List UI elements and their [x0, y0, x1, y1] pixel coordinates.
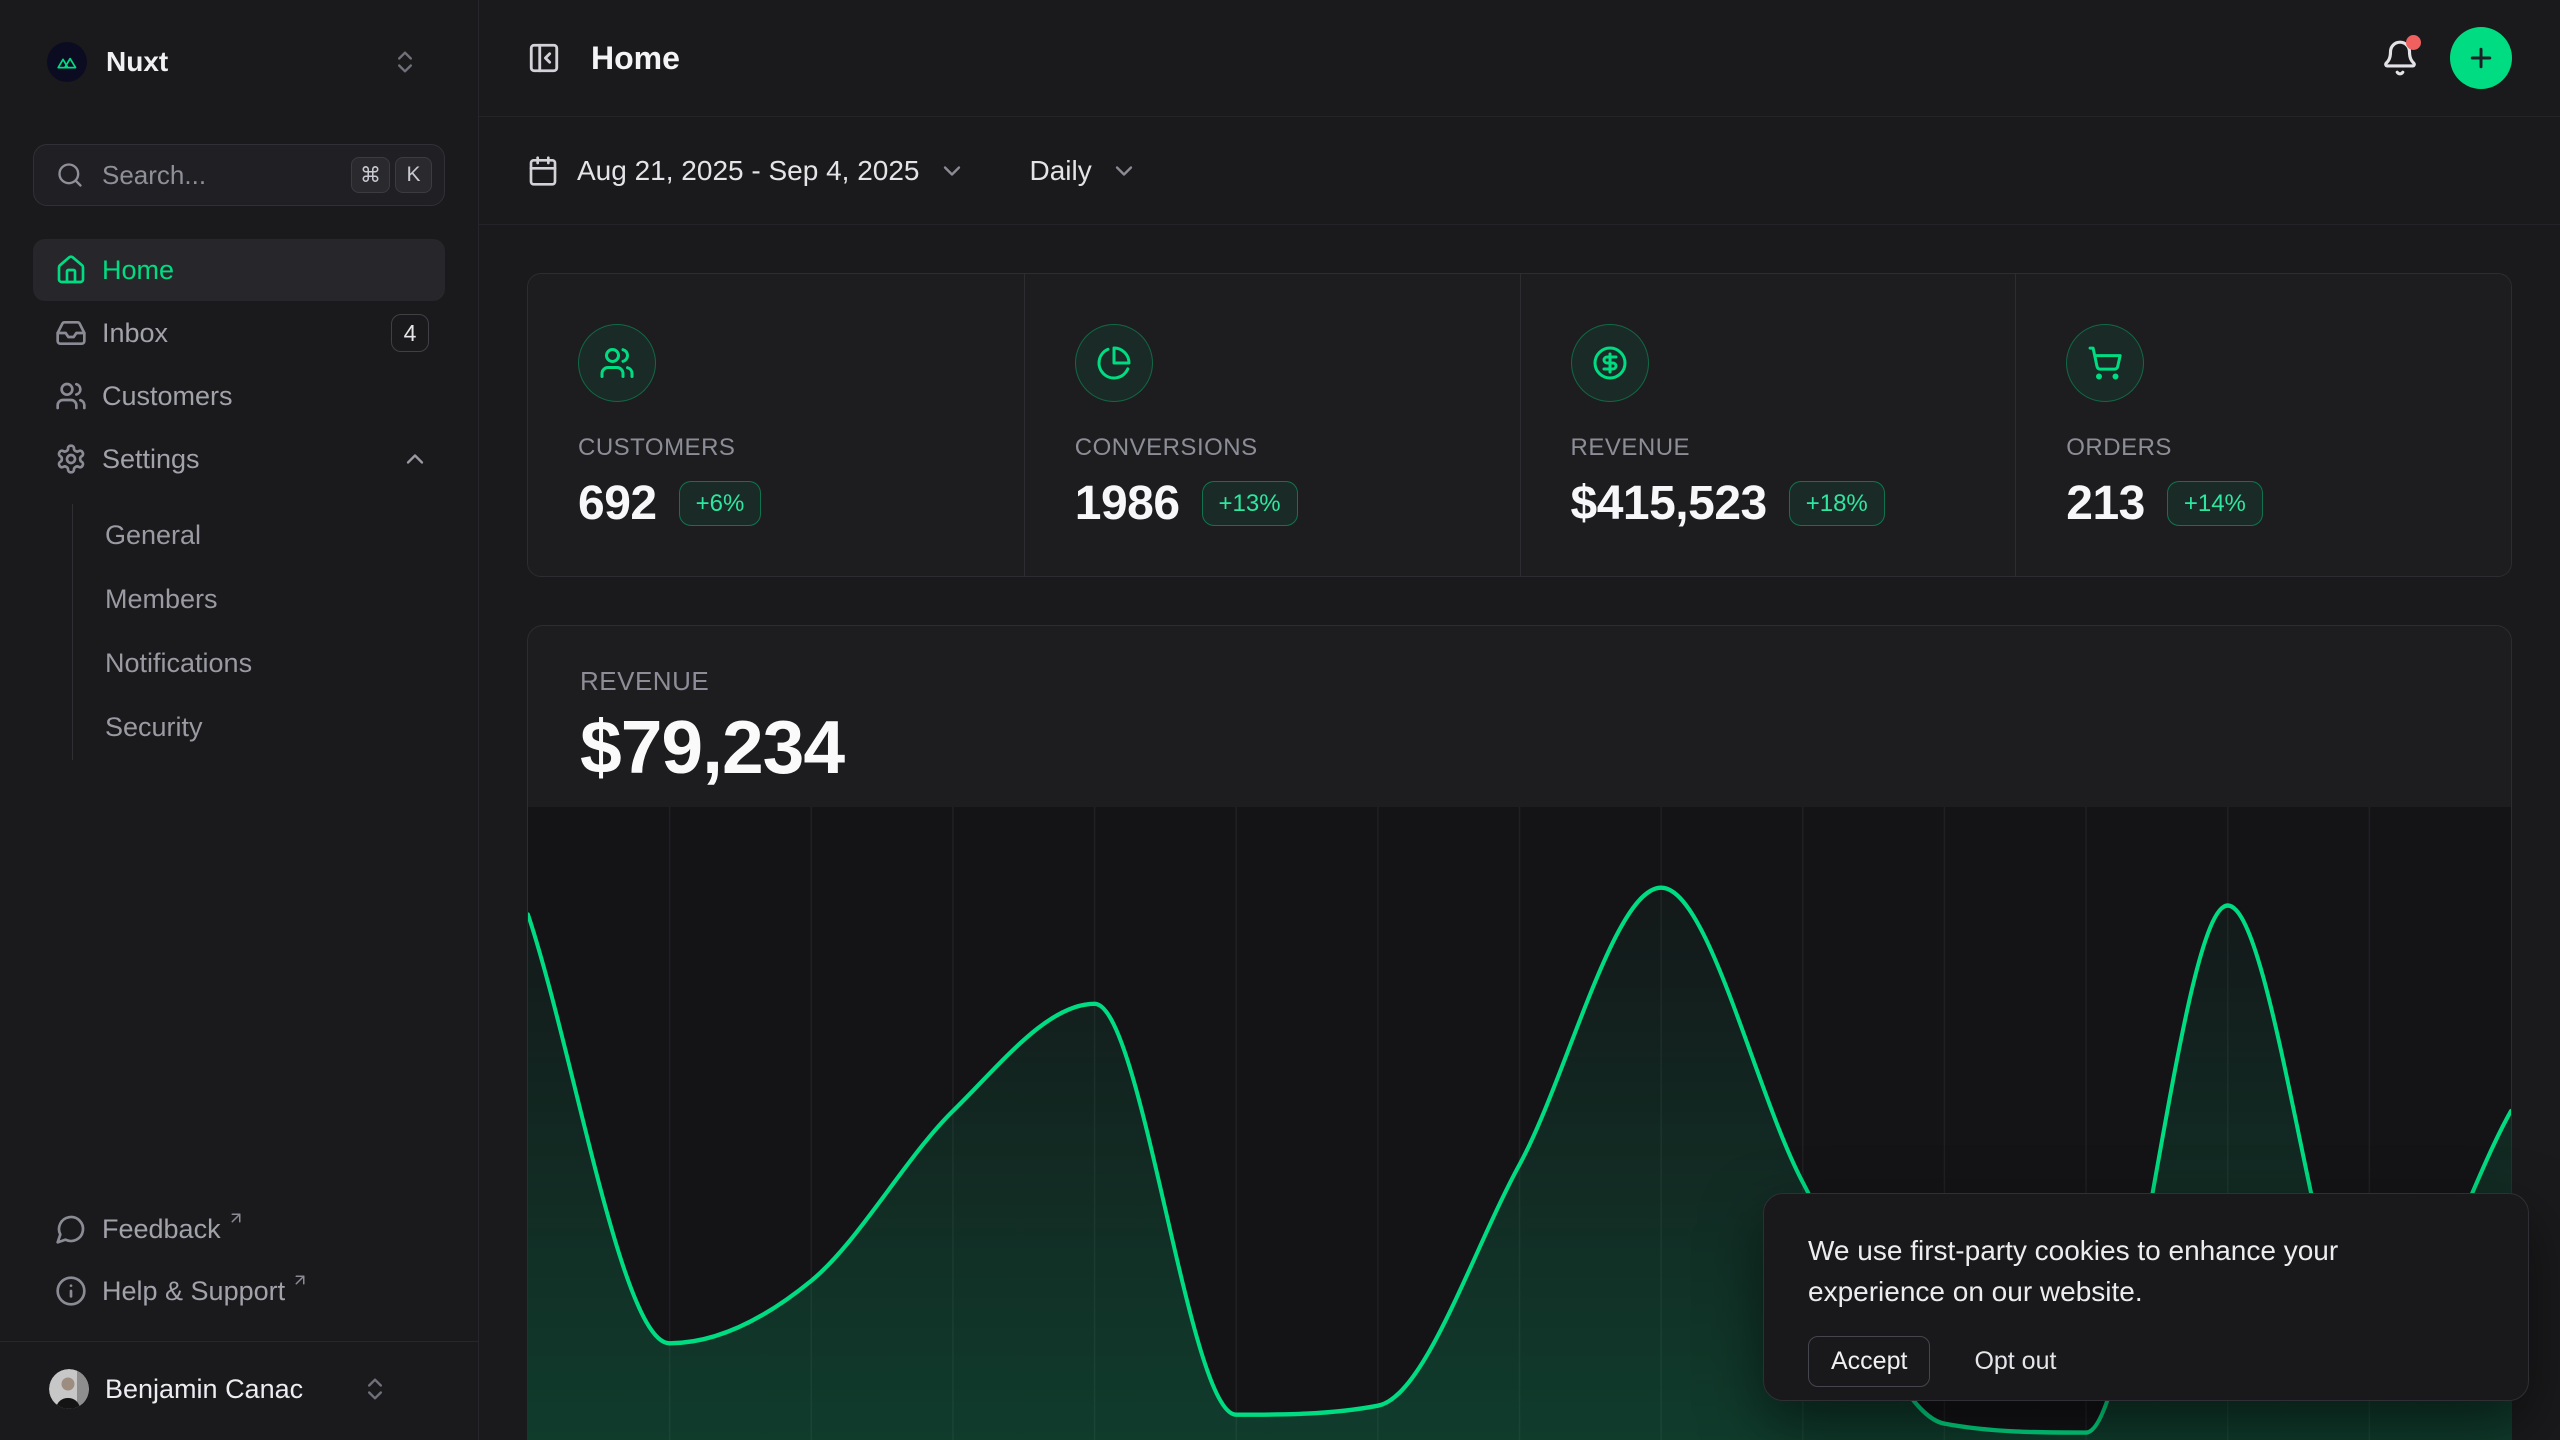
- dollar-circle-icon: [1571, 324, 1649, 402]
- date-range-picker[interactable]: Aug 21, 2025 - Sep 4, 2025: [527, 155, 966, 187]
- sidebar-item-label: Notifications: [105, 648, 252, 679]
- search-input[interactable]: [100, 159, 346, 192]
- stat-customers[interactable]: CUSTOMERS 692 +6%: [528, 274, 1024, 576]
- date-range-value: Aug 21, 2025 - Sep 4, 2025: [577, 155, 920, 187]
- feedback-label: Feedback: [102, 1214, 221, 1245]
- inbox-icon: [55, 317, 87, 349]
- sidebar-item-inbox[interactable]: Inbox 4: [33, 302, 445, 364]
- message-circle-icon: [55, 1213, 87, 1245]
- search-icon: [56, 161, 84, 189]
- stat-value: 692: [578, 476, 657, 531]
- sidebar-divider: [0, 1341, 478, 1342]
- sidebar-item-home[interactable]: Home: [33, 239, 445, 301]
- sidebar: Nuxt ⌘ K Home Inbo: [0, 0, 479, 1440]
- sidebar-footer: Feedback Help & Support: [33, 1201, 445, 1325]
- chevron-up-icon: [401, 445, 429, 473]
- sidebar-item-label: Customers: [102, 381, 233, 412]
- stat-label: ORDERS: [2066, 434, 2461, 462]
- calendar-icon: [527, 155, 559, 187]
- sidebar-item-members[interactable]: Members: [105, 568, 445, 630]
- sidebar-collapse-icon[interactable]: [527, 41, 561, 75]
- sidebar-nav: Home Inbox 4 Customers Settings: [33, 239, 445, 760]
- stat-delta-badge: +13%: [1202, 481, 1298, 526]
- stat-label: REVENUE: [1571, 434, 1966, 462]
- stat-delta-badge: +18%: [1789, 481, 1885, 526]
- add-button[interactable]: [2450, 27, 2512, 89]
- stat-value: $415,523: [1571, 476, 1767, 531]
- avatar: [49, 1369, 89, 1409]
- user-menu[interactable]: Benjamin Canac: [33, 1354, 445, 1424]
- chevrons-up-down-icon: [391, 48, 419, 76]
- stat-label: CONVERSIONS: [1075, 434, 1470, 462]
- settings-subnav: General Members Notifications Security: [72, 504, 445, 760]
- external-link-icon: [227, 1209, 245, 1227]
- chevrons-up-down-icon: [361, 1375, 389, 1403]
- users-icon: [55, 380, 87, 412]
- stat-label: CUSTOMERS: [578, 434, 974, 462]
- sidebar-spacer: [33, 760, 445, 1201]
- info-icon: [55, 1275, 87, 1307]
- sidebar-item-customers[interactable]: Customers: [33, 365, 445, 427]
- home-icon: [55, 254, 87, 286]
- stat-value: 1986: [1075, 476, 1180, 531]
- sidebar-item-settings[interactable]: Settings: [33, 428, 445, 490]
- stat-revenue[interactable]: REVENUE $415,523 +18%: [1520, 274, 2016, 576]
- help-support-link[interactable]: Help & Support: [33, 1263, 445, 1319]
- opt-out-button[interactable]: Opt out: [1968, 1346, 2062, 1377]
- notifications-bell-icon[interactable]: [2378, 36, 2422, 80]
- top-header: Home: [479, 0, 2560, 117]
- revenue-chart-header: REVENUE $79,234: [528, 626, 2511, 807]
- period-select[interactable]: Daily: [1030, 155, 1138, 187]
- workspace-switcher[interactable]: Nuxt: [33, 40, 445, 84]
- sidebar-item-label: Home: [102, 255, 174, 286]
- sidebar-item-label: Settings: [102, 444, 200, 475]
- sidebar-item-security[interactable]: Security: [105, 696, 445, 758]
- users-icon: [578, 324, 656, 402]
- sidebar-item-label: Security: [105, 712, 203, 743]
- shopping-cart-icon: [2066, 324, 2144, 402]
- chevron-down-icon: [938, 157, 966, 185]
- kbd-k: K: [395, 157, 432, 193]
- dashboard-screen: Nuxt ⌘ K Home Inbo: [0, 0, 2560, 1440]
- stat-delta-badge: +6%: [679, 481, 762, 526]
- stat-delta-badge: +14%: [2167, 481, 2263, 526]
- stat-value: 213: [2066, 476, 2145, 531]
- user-name: Benjamin Canac: [105, 1374, 303, 1405]
- sidebar-item-notifications[interactable]: Notifications: [105, 632, 445, 694]
- stat-conversions[interactable]: CONVERSIONS 1986 +13%: [1024, 274, 1520, 576]
- nuxt-logo-icon: [47, 42, 87, 82]
- inbox-count-badge: 4: [391, 314, 429, 352]
- sidebar-item-label: Members: [105, 584, 218, 615]
- workspace-name: Nuxt: [106, 46, 168, 78]
- revenue-label: REVENUE: [580, 668, 2459, 694]
- stat-orders[interactable]: ORDERS 213 +14%: [2015, 274, 2511, 576]
- header-actions: [2378, 27, 2512, 89]
- cookie-banner: We use first-party cookies to enhance yo…: [1763, 1193, 2529, 1401]
- pie-chart-icon: [1075, 324, 1153, 402]
- chevron-down-icon: [1110, 157, 1138, 185]
- sidebar-item-general[interactable]: General: [105, 504, 445, 566]
- accept-button[interactable]: Accept: [1808, 1336, 1930, 1387]
- page-title: Home: [591, 40, 680, 77]
- period-value: Daily: [1030, 155, 1092, 187]
- cookie-actions: Accept Opt out: [1808, 1336, 2484, 1387]
- cookie-message: We use first-party cookies to enhance yo…: [1808, 1230, 2428, 1312]
- sidebar-item-label: General: [105, 520, 201, 551]
- gear-icon: [55, 443, 87, 475]
- kbd-meta: ⌘: [351, 157, 390, 193]
- notification-dot: [2406, 35, 2421, 50]
- search-box[interactable]: ⌘ K: [33, 144, 445, 206]
- sidebar-item-label: Inbox: [102, 318, 168, 349]
- help-support-label: Help & Support: [102, 1276, 285, 1307]
- stats-card: CUSTOMERS 692 +6% CONVERSIONS 1986 +13%: [527, 273, 2512, 577]
- feedback-link[interactable]: Feedback: [33, 1201, 445, 1257]
- external-link-icon: [291, 1271, 309, 1289]
- filters-toolbar: Aug 21, 2025 - Sep 4, 2025 Daily: [479, 117, 2560, 225]
- revenue-value: $79,234: [580, 706, 2459, 788]
